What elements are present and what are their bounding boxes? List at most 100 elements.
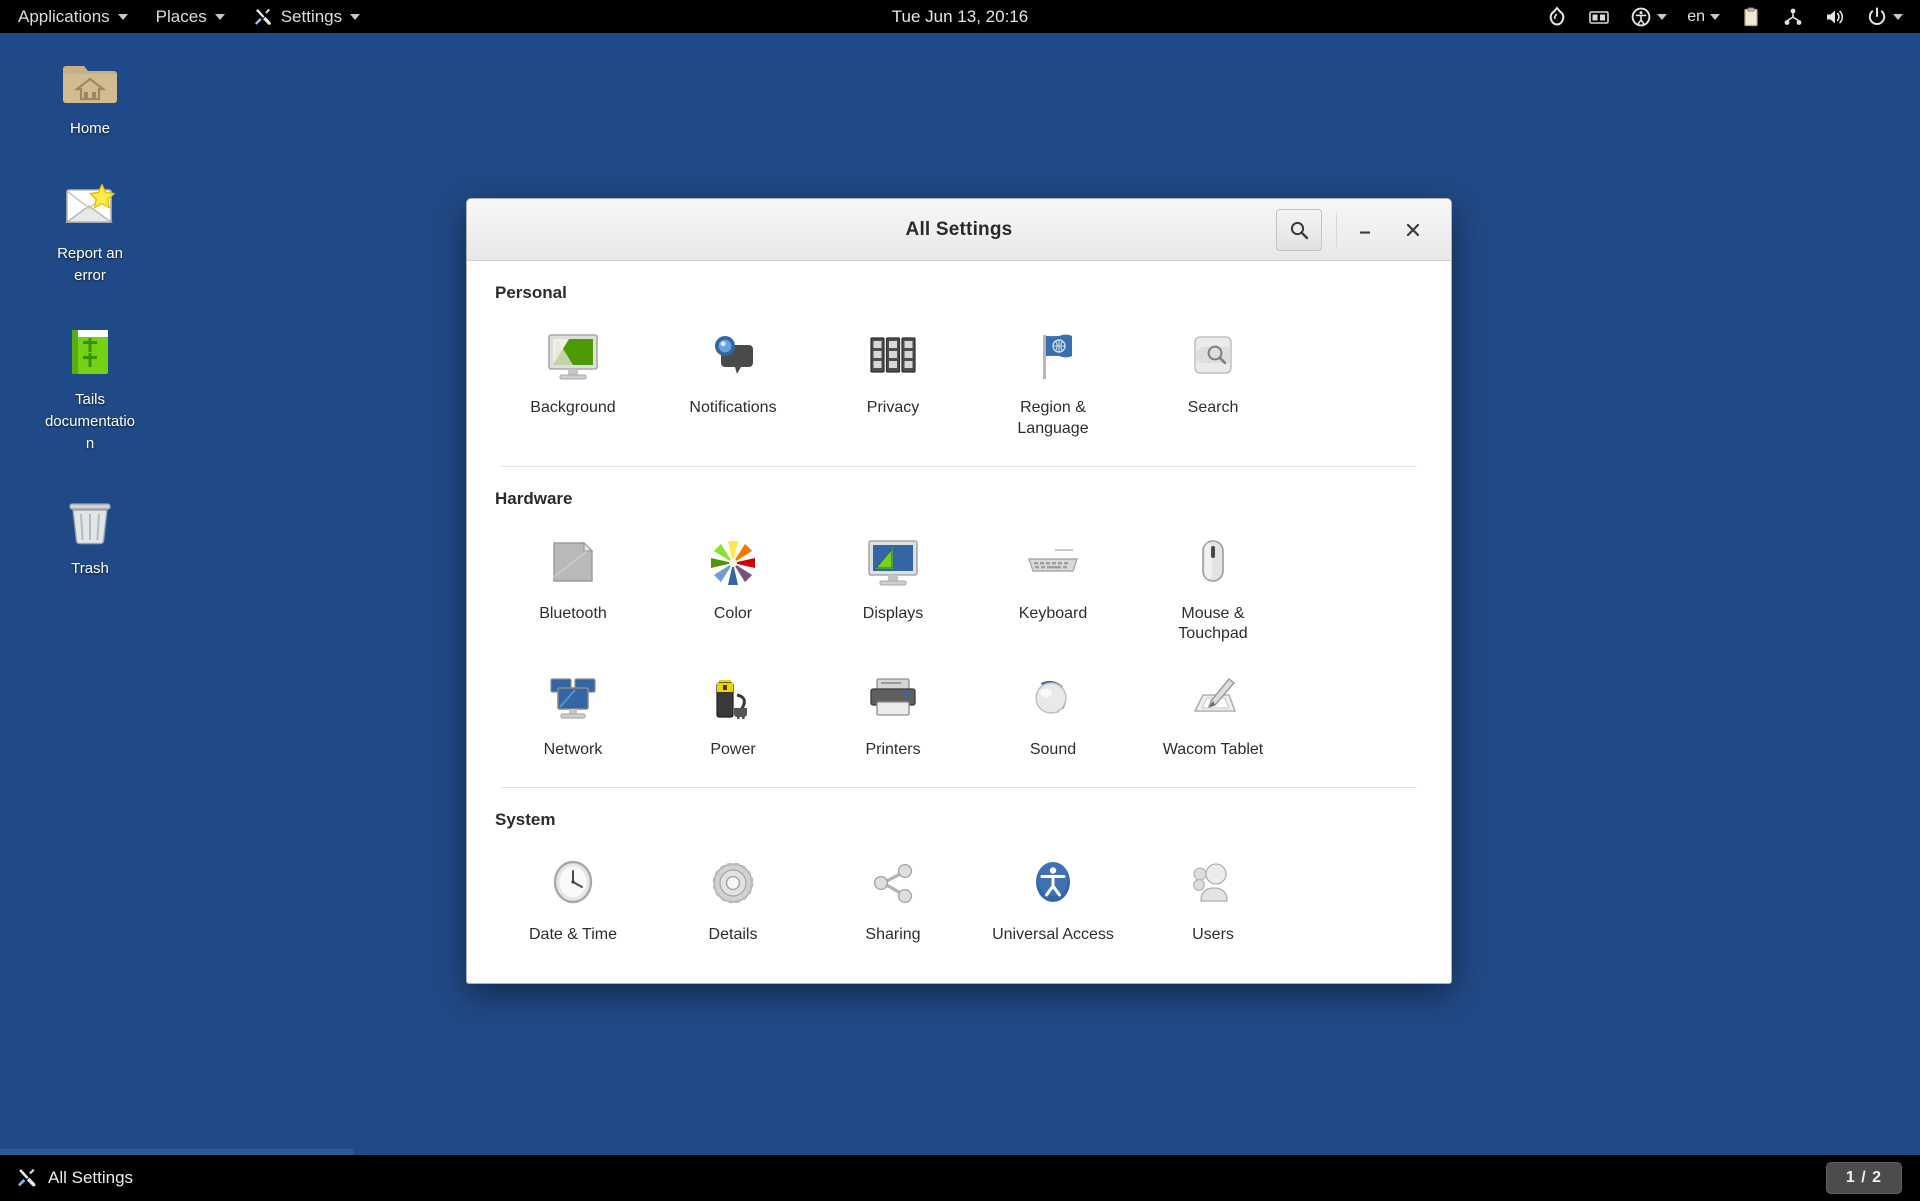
chevron-down-icon	[215, 14, 225, 20]
settings-tile-keyboard[interactable]: Keyboard	[973, 519, 1133, 656]
settings-tile-sharing[interactable]: Sharing	[813, 840, 973, 956]
universal-access-icon	[1021, 852, 1085, 916]
settings-tile-label: Sharing	[865, 925, 920, 946]
volume-icon	[1824, 6, 1846, 28]
settings-tile-mouse-touchpad[interactable]: Mouse & Touchpad	[1133, 519, 1293, 656]
section-hardware: Hardware Bluetooth	[493, 467, 1425, 788]
settings-tile-label: Region & Language	[991, 398, 1115, 440]
gear-icon	[701, 852, 765, 916]
tile-grid-hardware: Bluetooth	[493, 513, 1425, 777]
settings-tile-label: Details	[709, 925, 758, 946]
sound-sphere-icon	[1021, 667, 1085, 731]
all-settings-window: All Settings	[466, 198, 1452, 984]
power-icon	[1866, 6, 1888, 28]
tray-onion-button[interactable]	[1537, 0, 1577, 33]
settings-tile-date-time[interactable]: Date & Time	[493, 840, 653, 956]
desktop-icon-report-an-error[interactable]: Report an error	[15, 158, 165, 287]
menu-settings-label: Settings	[281, 7, 342, 27]
power-battery-icon	[701, 667, 765, 731]
search-icon	[1288, 219, 1310, 241]
section-title: System	[493, 806, 1425, 834]
desktop-icon-tails-documentation[interactable]: Tails documentation	[15, 304, 165, 454]
settings-tile-details[interactable]: Details	[653, 840, 813, 956]
desktop-icon-label: Trash	[71, 558, 109, 580]
keyboard-layout-label: en	[1687, 8, 1705, 26]
clock-label[interactable]: Tue Jun 13, 20:16	[892, 7, 1028, 27]
settings-tile-label: Displays	[863, 604, 923, 625]
tray-power-button[interactable]	[1857, 0, 1912, 33]
clipboard-icon	[1740, 6, 1762, 28]
keyboard-icon	[1021, 531, 1085, 595]
section-title: Personal	[493, 279, 1425, 307]
window-titlebar[interactable]: All Settings	[467, 199, 1451, 261]
settings-tile-displays[interactable]: Displays	[813, 519, 973, 656]
section-system: System Date & Time	[493, 788, 1425, 962]
menu-applications[interactable]: Applications	[0, 0, 142, 33]
menu-applications-label: Applications	[18, 7, 110, 27]
desktop-icon-label: Home	[70, 118, 110, 140]
settings-tile-label: Users	[1192, 925, 1234, 946]
settings-tile-label: Sound	[1030, 740, 1076, 761]
chevron-down-icon	[1710, 14, 1720, 20]
settings-tile-bluetooth[interactable]: Bluetooth	[493, 519, 653, 656]
close-button[interactable]	[1391, 209, 1435, 251]
wacom-tablet-icon	[1181, 667, 1245, 731]
tools-icon	[253, 7, 273, 27]
settings-tile-color[interactable]: Color	[653, 519, 813, 656]
titlebar-controls	[1276, 209, 1451, 251]
bottom-panel: All Settings 1 / 2	[0, 1155, 1920, 1201]
taskbar-item-label: All Settings	[48, 1168, 133, 1188]
notifications-bubble-icon	[701, 325, 765, 389]
menu-settings[interactable]: Settings	[239, 0, 374, 33]
tile-grid-personal: Background Notifications	[493, 307, 1425, 456]
minimize-button[interactable]	[1343, 209, 1387, 251]
settings-tile-search[interactable]: Search	[1133, 313, 1293, 450]
workspace-label: 1 / 2	[1846, 1169, 1882, 1187]
settings-tile-label: Printers	[865, 740, 920, 761]
desktop-icon-home[interactable]: Home	[15, 33, 165, 140]
settings-tile-label: Background	[530, 398, 615, 419]
clock-icon	[541, 852, 605, 916]
settings-tile-background[interactable]: Background	[493, 313, 653, 450]
settings-tile-network[interactable]: Network	[493, 655, 653, 771]
workspace-switcher[interactable]: 1 / 2	[1826, 1162, 1902, 1194]
search-button[interactable]	[1276, 209, 1322, 251]
tray-volume-button[interactable]	[1815, 0, 1855, 33]
chevron-down-icon	[1657, 14, 1667, 20]
settings-tile-universal-access[interactable]: Universal Access	[973, 840, 1133, 956]
chevron-down-icon	[350, 14, 360, 20]
tray-network-button[interactable]	[1773, 0, 1813, 33]
network-monitors-icon	[541, 667, 605, 731]
taskbar-item-all-settings[interactable]: All Settings	[0, 1155, 133, 1201]
settings-panel-list: Personal Background	[467, 261, 1451, 983]
settings-tile-region-language[interactable]: Region & Language	[973, 313, 1133, 450]
privacy-shutters-icon	[861, 325, 925, 389]
tools-icon	[16, 1167, 38, 1189]
settings-tile-sound[interactable]: Sound	[973, 655, 1133, 771]
trash-bin-icon	[58, 489, 122, 553]
chevron-down-icon	[1893, 14, 1903, 20]
color-starburst-icon	[701, 531, 765, 595]
sharing-nodes-icon	[861, 852, 925, 916]
tray-accessibility-button[interactable]	[1621, 0, 1676, 33]
tray-clipboard-button[interactable]	[1731, 0, 1771, 33]
menu-places[interactable]: Places	[142, 0, 239, 33]
media-player-icon	[1588, 6, 1610, 28]
desktop-icon-trash[interactable]: Trash	[15, 473, 165, 580]
tray-keyboard-layout-button[interactable]: en	[1678, 0, 1729, 33]
desktop-icon-area: Home Report an error	[0, 33, 175, 597]
users-group-icon	[1181, 852, 1245, 916]
settings-tile-notifications[interactable]: Notifications	[653, 313, 813, 450]
settings-tile-label: Search	[1188, 398, 1239, 419]
tile-grid-system: Date & Time	[493, 834, 1425, 962]
settings-tile-wacom-tablet[interactable]: Wacom Tablet	[1133, 655, 1293, 771]
tray-media-button[interactable]	[1579, 0, 1619, 33]
desktop-icon-label: Tails documentation	[42, 389, 138, 454]
home-folder-icon	[58, 49, 122, 113]
settings-tile-privacy[interactable]: Privacy	[813, 313, 973, 450]
settings-tile-users[interactable]: Users	[1133, 840, 1293, 956]
settings-tile-power[interactable]: Power	[653, 655, 813, 771]
active-window-highlight	[0, 1149, 353, 1155]
desktop-icon-label: Report an error	[42, 243, 138, 287]
settings-tile-printers[interactable]: Printers	[813, 655, 973, 771]
